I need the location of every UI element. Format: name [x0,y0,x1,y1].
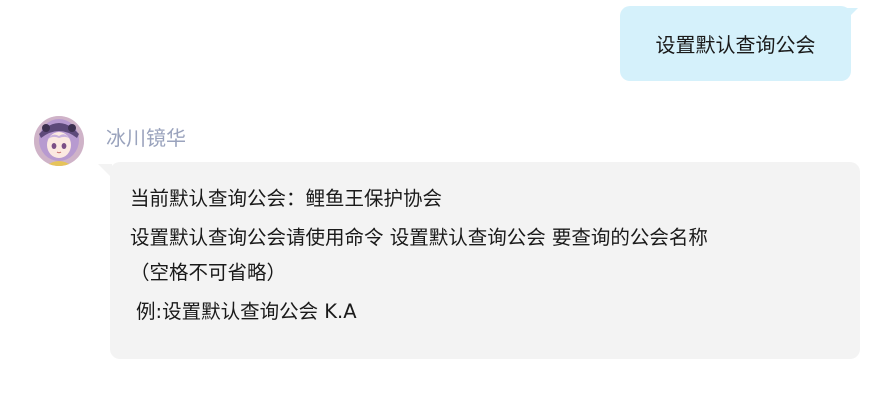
bot-message-line: （空格不可省略） [130,261,287,284]
bot-sender-name: 冰川镜华 [106,126,186,150]
user-message-text: 设置默认查询公会 [655,33,816,57]
user-message-bubble[interactable]: 设置默认查询公会 [620,6,851,81]
bot-message-line: 当前默认查询公会：鲤鱼王保护协会 [130,187,443,210]
anime-avatar-icon[interactable] [34,116,84,166]
bot-message-line: 设置默认查询公会请使用命令 设置默认查询公会 要查询的公会名称 [130,226,708,249]
bot-message-bubble[interactable]: 当前默认查询公会：鲤鱼王保护协会 设置默认查询公会请使用命令 设置默认查询公会 … [110,162,860,359]
bot-message-line: 例:设置默认查询公会 K.A [136,300,357,323]
chat-window: 设置默认查询公会 冰川镜华 当前默认查询公会：鲤鱼王保护协会 设置默认查询公会请… [0,0,880,400]
